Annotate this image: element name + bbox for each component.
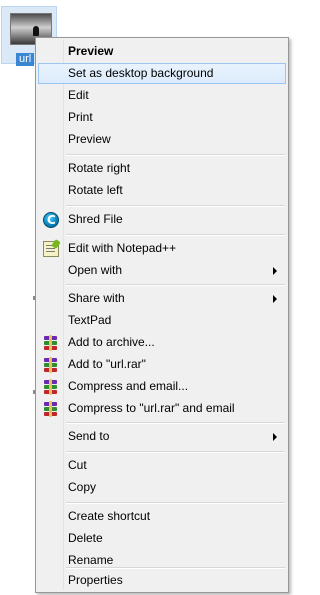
winrar-icon [43, 379, 59, 395]
menu-item-add-to-url-rar[interactable]: Add to "url.rar" [38, 354, 286, 375]
menu-item-properties[interactable]: Properties [38, 570, 286, 591]
submenu-arrow-icon [273, 433, 277, 441]
menu-item-label: Add to "url.rar" [68, 357, 146, 371]
menu-item-print[interactable]: Print [38, 107, 286, 128]
menu-item-label: Rotate right [68, 161, 131, 175]
menu-item-open-with[interactable]: Open with [38, 260, 286, 281]
menu-item-label: Open with [68, 263, 123, 277]
menu-separator [66, 451, 285, 453]
menu-item-create-shortcut[interactable]: Create shortcut [38, 506, 286, 527]
menu-item-rotate-right[interactable]: Rotate right [38, 158, 286, 179]
menu-item-label: Shred File [68, 212, 123, 226]
menu-item-send-to[interactable]: Send to [38, 426, 286, 447]
menu-separator [66, 567, 285, 569]
menu-item-label: Cut [68, 458, 87, 472]
submenu-arrow-icon [273, 295, 277, 303]
menu-item-preview[interactable]: Preview [38, 129, 286, 150]
menu-item-label: TextPad [68, 313, 112, 327]
menu-item-textpad[interactable]: TextPad [38, 310, 286, 331]
menu-separator [66, 154, 285, 156]
menu-item-label: Create shortcut [68, 509, 151, 523]
menu-item-label: Rotate left [68, 183, 123, 197]
menu-item-rotate-left[interactable]: Rotate left [38, 180, 286, 201]
notepad-plus-plus-icon [43, 241, 59, 257]
menu-separator [66, 422, 285, 424]
menu-item-compress-and-email[interactable]: Compress and email... [38, 376, 286, 397]
submenu-arrow-icon [273, 267, 277, 275]
menu-separator [66, 284, 285, 286]
menu-item-label: Preview [68, 132, 111, 146]
menu-separator [66, 205, 285, 207]
desktop: url Preview Set as desktop background Ed… [0, 0, 291, 595]
menu-item-label: Edit [68, 88, 89, 102]
menu-item-label: Add to archive... [68, 335, 155, 349]
menu-item-label: Delete [68, 531, 103, 545]
shred-icon [43, 210, 59, 230]
menu-item-shred-file[interactable]: Shred File [38, 209, 286, 230]
menu-item-delete[interactable]: Delete [38, 528, 286, 549]
menu-separator [66, 502, 285, 504]
menu-item-label: Preview [68, 44, 114, 58]
menu-item-share-with[interactable]: Share with [38, 288, 286, 309]
menu-item-label: Properties [68, 573, 123, 587]
file-name-label: url [16, 53, 35, 66]
menu-item-label: Compress and email... [68, 379, 189, 393]
menu-item-label: Set as desktop background [68, 66, 214, 80]
menu-item-add-to-archive[interactable]: Add to archive... [38, 332, 286, 353]
menu-item-label: Compress to "url.rar" and email [68, 401, 235, 415]
menu-item-label: Send to [68, 429, 110, 443]
menu-item-label: Edit with Notepad++ [68, 241, 177, 255]
winrar-icon [43, 357, 59, 373]
menu-item-preview-default[interactable]: Preview [38, 41, 286, 62]
menu-item-set-as-desktop-background[interactable]: Set as desktop background [38, 63, 286, 84]
menu-item-compress-to-url-rar-and-email[interactable]: Compress to "url.rar" and email [38, 398, 286, 419]
menu-item-copy[interactable]: Copy [38, 477, 286, 498]
menu-item-label: Print [68, 110, 93, 124]
winrar-icon [43, 335, 59, 351]
menu-item-label: Copy [68, 480, 97, 494]
menu-item-edit-with-notepad-plus-plus[interactable]: Edit with Notepad++ [38, 238, 286, 259]
menu-item-cut[interactable]: Cut [38, 455, 286, 476]
context-menu: Preview Set as desktop background Edit P… [35, 37, 289, 593]
menu-separator [66, 234, 285, 236]
menu-item-edit[interactable]: Edit [38, 85, 286, 106]
winrar-icon [43, 401, 59, 417]
menu-item-label: Share with [68, 291, 125, 305]
